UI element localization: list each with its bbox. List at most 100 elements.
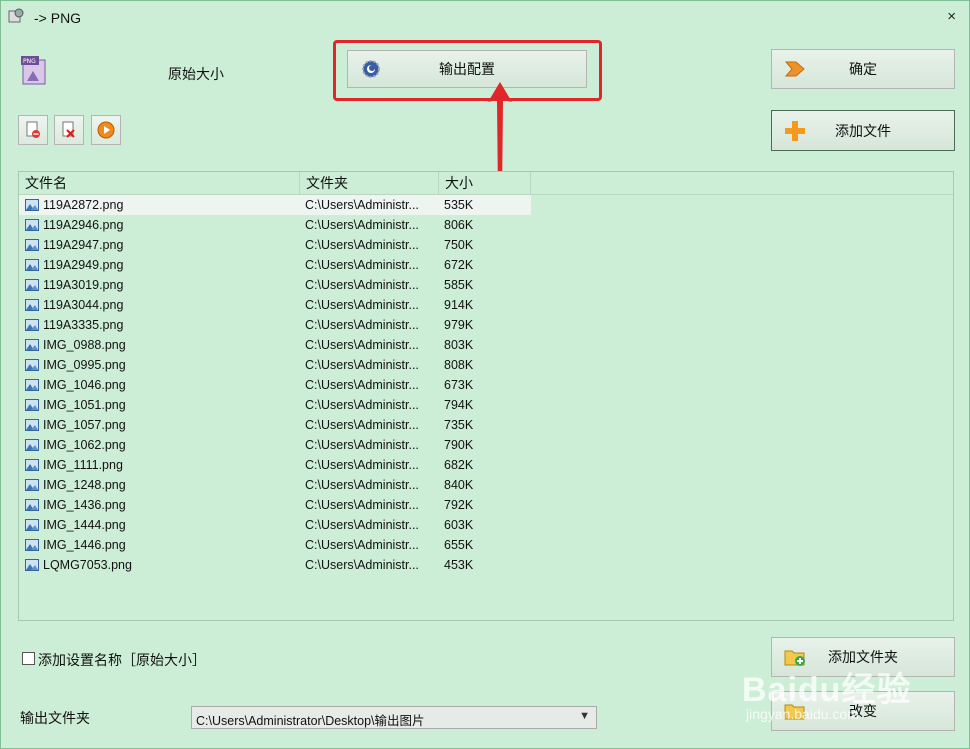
file-size: 790K [444,438,474,452]
remove-file-button[interactable] [18,115,48,145]
file-name: IMG_0988.png [43,338,126,352]
file-folder: C:\Users\Administr... [305,398,419,412]
image-file-icon [25,519,39,531]
list-item[interactable]: IMG_0995.png C:\Users\Administr... 808K [19,355,953,375]
change-button[interactable]: 改变 [771,691,955,731]
list-item[interactable]: 119A2949.png C:\Users\Administr... 672K [19,255,953,275]
file-name: IMG_1446.png [43,538,126,552]
file-size: 803K [444,338,474,352]
list-item[interactable]: IMG_1051.png C:\Users\Administr... 794K [19,395,953,415]
file-folder: C:\Users\Administr... [305,338,419,352]
list-item[interactable]: IMG_1248.png C:\Users\Administr... 840K [19,475,953,495]
file-size: 672K [444,258,474,272]
file-folder: C:\Users\Administr... [305,318,419,332]
title-bar: -> PNG × [0,0,970,36]
list-item[interactable]: IMG_0988.png C:\Users\Administr... 803K [19,335,953,355]
svg-text:PNG: PNG [23,58,36,65]
list-item[interactable]: 119A2947.png C:\Users\Administr... 750K [19,235,953,255]
file-size: 535K [444,198,474,212]
add-folder-label: 添加文件夹 [828,649,898,665]
ok-label: 确定 [849,61,877,77]
file-name: IMG_1436.png [43,498,126,512]
image-file-icon [25,539,39,551]
file-size: 585K [444,278,474,292]
file-name: 119A3044.png [43,298,124,312]
list-item[interactable]: 119A3044.png C:\Users\Administr... 914K [19,295,953,315]
add-setting-name-checkbox[interactable] [22,652,35,665]
file-size: 673K [444,378,474,392]
file-name: IMG_0995.png [43,358,126,372]
image-file-icon [25,439,39,451]
file-name: 119A2872.png [43,198,124,212]
list-item[interactable]: IMG_1057.png C:\Users\Administr... 735K [19,415,953,435]
file-size: 682K [444,458,474,472]
output-folder-select[interactable]: C:\Users\Administrator\Desktop\输出图片 ▼ [191,706,597,729]
list-item[interactable]: IMG_1111.png C:\Users\Administr... 682K [19,455,953,475]
file-list[interactable]: 文件名 文件夹 大小 119A2872.png C:\Users\Administ… [18,171,954,621]
list-item[interactable]: 119A2872.png C:\Users\Administr... 535K [19,195,531,215]
file-name: 119A2947.png [43,238,124,252]
column-header-folder[interactable]: 文件夹 [300,172,439,194]
file-size: 840K [444,478,474,492]
list-item[interactable]: IMG_1062.png C:\Users\Administr... 790K [19,435,953,455]
list-item[interactable]: IMG_1444.png C:\Users\Administr... 603K [19,515,953,535]
arrow-right-icon [782,56,808,82]
add-file-button[interactable]: 添加文件 [771,110,955,151]
preset-label: 原始大小 [168,66,224,82]
file-name: IMG_1046.png [43,378,126,392]
list-item[interactable]: IMG_1446.png C:\Users\Administr... 655K [19,535,953,555]
annotation-highlight-box [333,40,602,101]
play-button[interactable] [91,115,121,145]
file-size: 979K [444,318,474,332]
list-item[interactable]: IMG_1436.png C:\Users\Administr... 792K [19,495,953,515]
image-file-icon [25,279,39,291]
image-file-icon [25,359,39,371]
file-name: IMG_1444.png [43,518,126,532]
clear-list-button[interactable] [54,115,84,145]
image-file-icon [25,199,39,211]
file-name: 119A3335.png [43,318,124,332]
add-folder-button[interactable]: 添加文件夹 [771,637,955,677]
image-file-icon [25,499,39,511]
list-item[interactable]: LQMG7053.png C:\Users\Administr... 453K [19,555,953,575]
list-item[interactable]: 119A3335.png C:\Users\Administr... 979K [19,315,953,335]
file-size: 735K [444,418,474,432]
add-file-label: 添加文件 [835,122,891,139]
image-file-icon [25,239,39,251]
file-list-rows: 119A2872.png C:\Users\Administr... 535K 119… [19,195,953,575]
output-folder-path: C:\Users\Administrator\Desktop\输出图片 [196,714,425,728]
file-folder: C:\Users\Administr... [305,478,419,492]
image-file-icon [25,259,39,271]
file-name: IMG_1062.png [43,438,126,452]
file-name: LQMG7053.png [43,558,132,572]
file-size: 794K [444,398,474,412]
change-label: 改变 [849,703,877,719]
file-name: IMG_1248.png [43,478,126,492]
ok-button[interactable]: 确定 [771,49,955,89]
file-folder: C:\Users\Administr... [305,238,419,252]
file-folder: C:\Users\Administr... [305,258,419,272]
image-file-icon [25,559,39,571]
file-list-header: 文件名 文件夹 大小 [19,172,953,195]
image-file-icon [25,219,39,231]
file-name: 119A2949.png [43,258,124,272]
column-header-size[interactable]: 大小 [439,172,531,194]
image-file-icon [25,419,39,431]
file-name: 119A2946.png [43,218,124,232]
output-folder-label: 输出文件夹 [20,710,90,726]
file-size: 750K [444,238,474,252]
list-item[interactable]: 119A2946.png C:\Users\Administr... 806K [19,215,953,235]
close-icon[interactable]: × [947,8,956,25]
folder-add-icon [782,644,808,670]
list-item[interactable]: 119A3019.png C:\Users\Administr... 585K [19,275,953,295]
delete-icon [62,121,75,138]
column-header-filename[interactable]: 文件名 [19,172,300,194]
play-icon [97,121,115,139]
image-file-icon [25,339,39,351]
image-file-icon [25,299,39,311]
file-name: 119A3019.png [43,278,124,292]
file-folder: C:\Users\Administr... [305,198,419,212]
file-folder: C:\Users\Administr... [305,298,419,312]
list-item[interactable]: IMG_1046.png C:\Users\Administr... 673K [19,375,953,395]
file-folder: C:\Users\Administr... [305,458,419,472]
